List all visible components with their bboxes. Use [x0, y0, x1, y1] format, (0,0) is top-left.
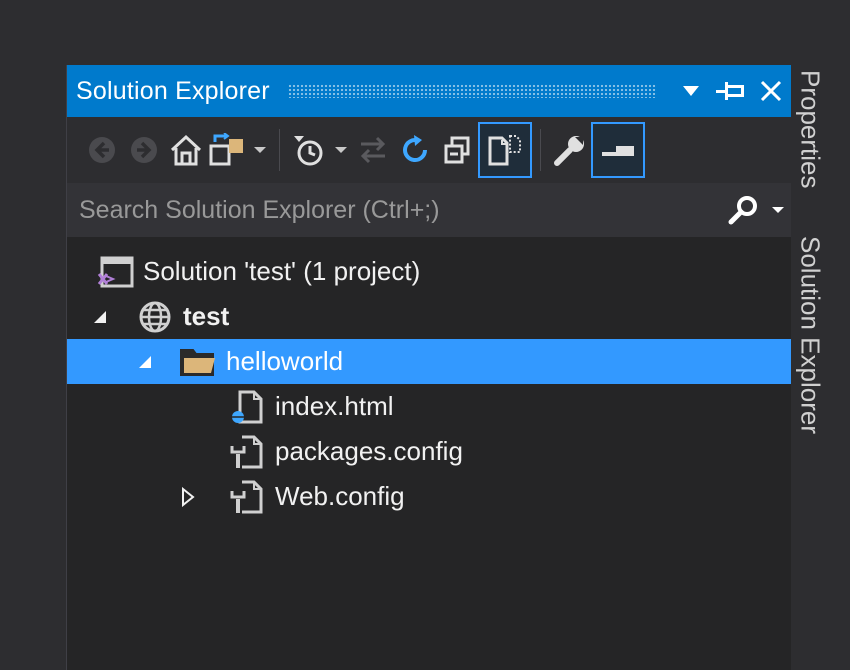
- back-icon: [89, 137, 115, 163]
- filter-dropdown[interactable]: [330, 125, 352, 175]
- collapse-all-button[interactable]: [436, 125, 478, 175]
- sync-icon: [360, 136, 386, 164]
- expanded-arrow-icon: [94, 310, 106, 323]
- properties-wrench-icon: [554, 136, 584, 166]
- side-tab-strip: Properties Solution Explorer: [790, 0, 850, 670]
- sync-with-active-document-button[interactable]: [352, 125, 394, 175]
- home-icon: [170, 134, 202, 166]
- forward-icon: [131, 137, 157, 163]
- dropdown-icon: [335, 147, 347, 153]
- pending-changes-filter-icon: [294, 136, 323, 166]
- show-all-files-icon: [488, 135, 521, 166]
- title-grip[interactable]: [287, 84, 657, 98]
- toolbar-separator: [279, 129, 280, 171]
- search-button[interactable]: [721, 183, 765, 237]
- preview-selected-icon: [602, 146, 634, 156]
- web-project-globe-icon: [135, 294, 175, 339]
- solution-icon: [95, 249, 135, 294]
- panel-title: Solution Explorer: [76, 76, 270, 105]
- tree-item-label: test: [183, 301, 230, 331]
- search-input[interactable]: [67, 182, 721, 238]
- switch-views-button[interactable]: [207, 125, 249, 175]
- show-all-files-button[interactable]: [478, 122, 532, 178]
- properties-button[interactable]: [549, 125, 591, 175]
- tree-item-solution[interactable]: Solution 'test' (1 project): [67, 249, 791, 294]
- tree-item-label: helloworld: [226, 346, 344, 376]
- toolbar-separator: [540, 129, 541, 171]
- search-options-dropdown[interactable]: [765, 183, 791, 237]
- expanded-arrow-icon: [139, 355, 151, 368]
- pin-icon: [716, 82, 744, 100]
- tree-item-label: packages.config: [275, 436, 463, 466]
- window-position-button[interactable]: [671, 65, 711, 117]
- pending-changes-filter-button[interactable]: [288, 125, 330, 175]
- folder-open-icon: [178, 339, 218, 384]
- tab-label: Solution Explorer: [795, 236, 826, 434]
- search-bar: [67, 182, 791, 238]
- tree-item-file[interactable]: index.html: [67, 384, 791, 429]
- collapsed-arrow[interactable]: [175, 474, 201, 519]
- auto-hide-pin-button[interactable]: [711, 65, 751, 117]
- tree-item-folder[interactable]: helloworld: [67, 339, 791, 384]
- tab-label: Properties: [795, 69, 826, 189]
- toolbar: [67, 117, 791, 183]
- switch-views-dropdown[interactable]: [249, 125, 271, 175]
- preview-selected-items-button[interactable]: [591, 122, 645, 178]
- collapse-all-icon: [444, 136, 470, 164]
- back-button[interactable]: [81, 125, 123, 175]
- expanded-arrow[interactable]: [87, 294, 113, 339]
- solution-tree: Solution 'test' (1 project) test hellowo…: [67, 249, 791, 519]
- close-button[interactable]: [751, 65, 791, 117]
- home-button[interactable]: [165, 125, 207, 175]
- dropdown-icon: [254, 147, 266, 153]
- html-file-icon: [227, 384, 267, 429]
- expanded-arrow[interactable]: [132, 339, 158, 384]
- switch-views-icon: [209, 133, 243, 166]
- tree-item-file[interactable]: Web.config: [67, 474, 791, 519]
- forward-button[interactable]: [123, 125, 165, 175]
- refresh-button[interactable]: [394, 125, 436, 175]
- close-icon: [760, 80, 782, 102]
- tab-solution-explorer[interactable]: Solution Explorer: [790, 220, 830, 450]
- tab-properties[interactable]: Properties: [790, 62, 830, 196]
- config-file-icon: [227, 429, 267, 474]
- solution-explorer-panel: Solution Explorer Search Solution Explor…: [66, 65, 791, 670]
- tree-item-file[interactable]: packages.config: [67, 429, 791, 474]
- config-file-icon: [227, 474, 267, 519]
- search-icon: [728, 196, 757, 225]
- tree-item-label: index.html: [275, 391, 394, 421]
- tree-item-label: Web.config: [275, 481, 405, 511]
- tree-item-label: Solution 'test' (1 project): [143, 256, 421, 286]
- tree-item-project[interactable]: test: [67, 294, 791, 339]
- dropdown-icon: [772, 207, 784, 213]
- collapsed-arrow-icon: [182, 486, 195, 507]
- refresh-icon: [403, 135, 428, 163]
- window-position-icon: [683, 86, 699, 96]
- title-bar[interactable]: Solution Explorer: [67, 65, 791, 117]
